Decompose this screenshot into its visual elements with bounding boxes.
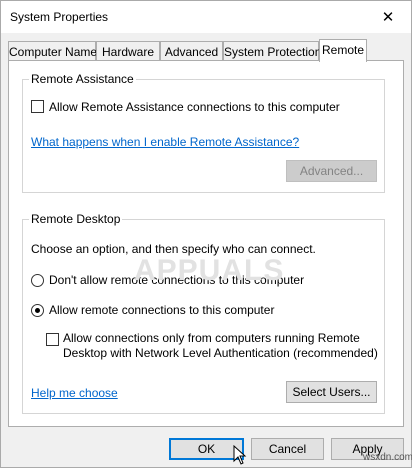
close-button[interactable]: ✕	[365, 1, 411, 32]
advanced-button[interactable]: Advanced...	[286, 160, 377, 182]
help-me-choose-link[interactable]: Help me choose	[31, 386, 118, 400]
select-users-button[interactable]: Select Users...	[286, 381, 377, 403]
nla-checkbox[interactable]	[46, 333, 59, 346]
allow-remote-radio[interactable]	[31, 304, 44, 317]
allow-remote-assistance-checkbox[interactable]	[31, 100, 44, 113]
window-title: System Properties	[10, 10, 109, 24]
watermark-text: APPUALS	[134, 254, 285, 287]
dont-allow-remote-radio[interactable]	[31, 274, 44, 287]
remote-assistance-help-link[interactable]: What happens when I enable Remote Assist…	[31, 135, 299, 149]
source-watermark: wsxdn.com	[363, 452, 412, 463]
remote-tab-panel: Remote Assistance Allow Remote Assistanc…	[8, 60, 404, 427]
tab-computer-name[interactable]: Computer Name	[8, 41, 97, 61]
system-properties-window: System Properties ✕ Computer Name Hardwa…	[0, 0, 412, 468]
nla-label-line2[interactable]: Desktop with Network Level Authenticatio…	[63, 346, 378, 360]
cancel-button[interactable]: Cancel	[251, 438, 324, 460]
remote-assistance-group: Remote Assistance Allow Remote Assistanc…	[22, 72, 385, 193]
remote-desktop-group: Remote Desktop Choose an option, and the…	[22, 212, 385, 414]
allow-remote-assistance-label[interactable]: Allow Remote Assistance connections to t…	[49, 100, 340, 114]
tab-hardware[interactable]: Hardware	[96, 41, 160, 61]
close-icon: ✕	[381, 8, 395, 26]
remote-desktop-group-label: Remote Desktop	[29, 212, 123, 226]
allow-remote-label[interactable]: Allow remote connections to this compute…	[49, 303, 274, 317]
mouse-cursor-icon	[233, 445, 247, 465]
tab-advanced[interactable]: Advanced	[160, 41, 223, 61]
remote-assistance-group-label: Remote Assistance	[29, 72, 136, 86]
title-bar[interactable]: System Properties ✕	[1, 1, 411, 33]
tab-system-protection[interactable]: System Protection	[223, 41, 321, 61]
nla-label-line1[interactable]: Allow connections only from computers ru…	[63, 331, 360, 345]
tab-remote[interactable]: Remote	[319, 39, 367, 62]
